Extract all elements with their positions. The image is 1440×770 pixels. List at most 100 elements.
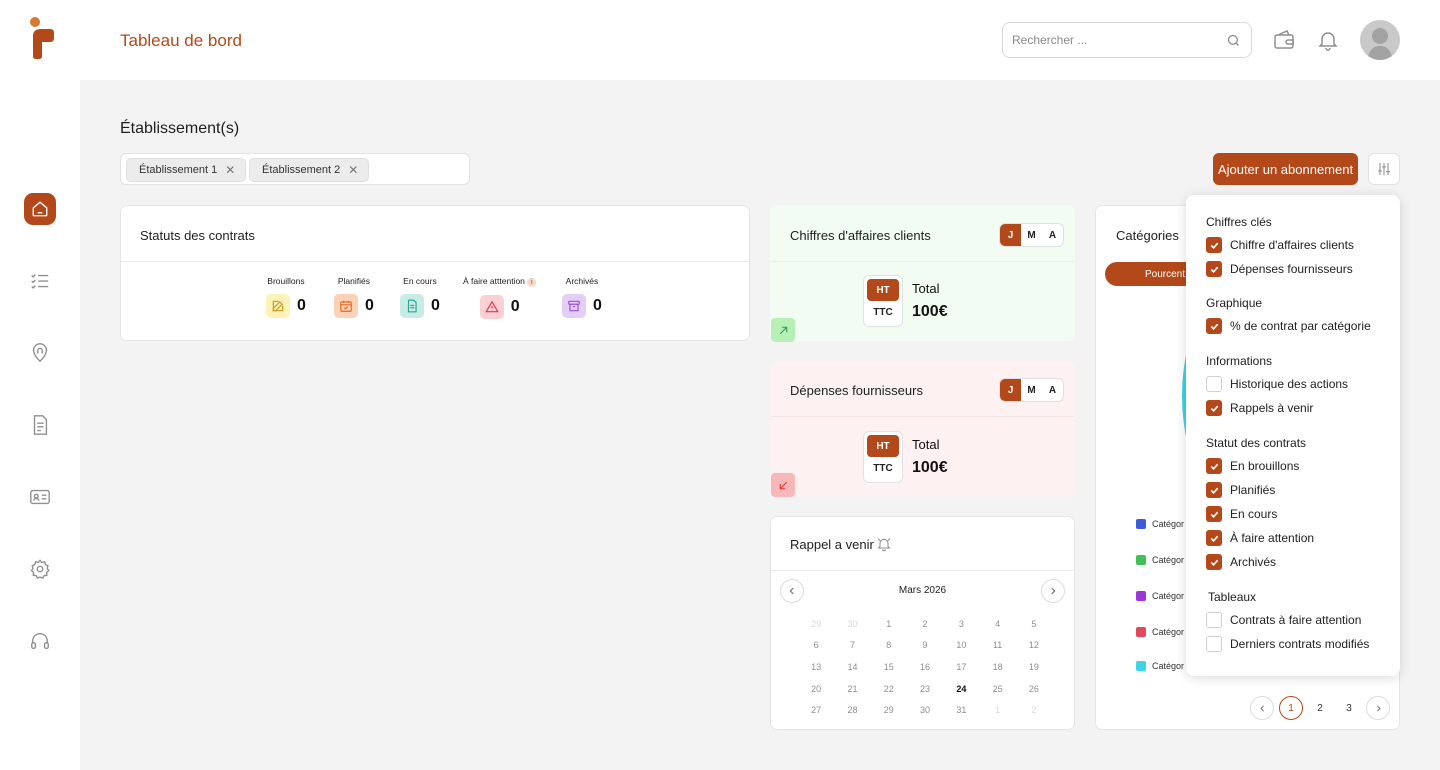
menu-checkbox-item[interactable]: Chiffre d'affaires clients bbox=[1206, 237, 1354, 253]
calendar-day[interactable]: 11 bbox=[979, 635, 1015, 657]
pagination-page-2[interactable]: 2 bbox=[1308, 696, 1332, 720]
checkbox[interactable] bbox=[1206, 530, 1222, 546]
calendar-day[interactable]: 3 bbox=[943, 613, 979, 635]
pagination-page-1[interactable]: 1 bbox=[1279, 696, 1303, 720]
calendar-day[interactable]: 1 bbox=[871, 613, 907, 635]
ht-button[interactable]: HT bbox=[867, 279, 899, 301]
sidebar-item-home[interactable] bbox=[24, 193, 56, 225]
pagination-prev-button[interactable] bbox=[1250, 696, 1274, 720]
checkbox[interactable] bbox=[1206, 318, 1222, 334]
menu-checkbox-item[interactable]: Dépenses fournisseurs bbox=[1206, 261, 1353, 277]
calendar-next-button[interactable] bbox=[1041, 579, 1065, 603]
status-scheduled[interactable]: Planifiés 0 bbox=[334, 276, 374, 318]
calendar-day[interactable]: 30 bbox=[907, 699, 943, 721]
calendar-day[interactable]: 19 bbox=[1016, 656, 1052, 678]
bell-icon[interactable] bbox=[1316, 28, 1340, 52]
period-month[interactable]: M bbox=[1021, 224, 1042, 246]
calendar-day[interactable]: 29 bbox=[798, 613, 834, 635]
calendar-day[interactable]: 22 bbox=[871, 678, 907, 700]
checkbox[interactable] bbox=[1206, 376, 1222, 392]
calendar-day[interactable]: 12 bbox=[1016, 635, 1052, 657]
ttc-button[interactable]: TTC bbox=[867, 457, 899, 479]
period-month[interactable]: M bbox=[1021, 379, 1042, 401]
calendar-day[interactable]: 28 bbox=[834, 699, 870, 721]
menu-checkbox-item[interactable]: Rappels à venir bbox=[1206, 400, 1313, 416]
calendar-day[interactable]: 18 bbox=[979, 656, 1015, 678]
calendar-day[interactable]: 7 bbox=[834, 635, 870, 657]
close-icon[interactable]: ✕ bbox=[348, 163, 358, 177]
wallet-icon[interactable] bbox=[1272, 28, 1296, 52]
calendar-day[interactable]: 1 bbox=[979, 699, 1015, 721]
status-attention[interactable]: À faire atttention i 0 bbox=[463, 276, 537, 319]
status-in-progress[interactable]: En cours 0 bbox=[400, 276, 440, 318]
calendar-day[interactable]: 30 bbox=[834, 613, 870, 635]
calendar-day[interactable]: 4 bbox=[979, 613, 1015, 635]
period-day[interactable]: J bbox=[1000, 224, 1021, 246]
calendar-day[interactable]: 13 bbox=[798, 656, 834, 678]
tax-toggle: HT TTC bbox=[863, 431, 903, 483]
period-year[interactable]: A bbox=[1042, 224, 1063, 246]
ht-button[interactable]: HT bbox=[867, 435, 899, 457]
close-icon[interactable]: ✕ bbox=[225, 163, 235, 177]
menu-checkbox-item[interactable]: Contrats à faire attention bbox=[1206, 612, 1361, 628]
calendar-day[interactable]: 10 bbox=[943, 635, 979, 657]
menu-checkbox-item[interactable]: À faire attention bbox=[1206, 530, 1314, 546]
info-icon[interactable]: i bbox=[527, 278, 537, 287]
sidebar-item-tasks[interactable] bbox=[24, 265, 56, 297]
calendar-day[interactable]: 26 bbox=[1016, 678, 1052, 700]
sidebar-item-locations[interactable] bbox=[24, 337, 56, 369]
calendar-day[interactable]: 15 bbox=[871, 656, 907, 678]
ttc-button[interactable]: TTC bbox=[867, 301, 899, 323]
period-year[interactable]: A bbox=[1042, 379, 1063, 401]
calendar-day[interactable]: 5 bbox=[1016, 613, 1052, 635]
menu-checkbox-item[interactable]: En cours bbox=[1206, 506, 1277, 522]
period-day[interactable]: J bbox=[1000, 379, 1021, 401]
calendar-day[interactable]: 14 bbox=[834, 656, 870, 678]
menu-checkbox-item[interactable]: % de contrat par catégorie bbox=[1206, 318, 1371, 334]
checkbox[interactable] bbox=[1206, 554, 1222, 570]
calendar-day[interactable]: 17 bbox=[943, 656, 979, 678]
checkbox[interactable] bbox=[1206, 506, 1222, 522]
sidebar-item-documents[interactable] bbox=[24, 409, 56, 441]
calendar-day[interactable]: 6 bbox=[798, 635, 834, 657]
menu-checkbox-item[interactable]: Planifiés bbox=[1206, 482, 1275, 498]
search-box[interactable] bbox=[1002, 22, 1252, 58]
calendar-day[interactable]: 25 bbox=[979, 678, 1015, 700]
calendar-day[interactable]: 2 bbox=[907, 613, 943, 635]
checkbox[interactable] bbox=[1206, 458, 1222, 474]
calendar-day[interactable]: 24 bbox=[943, 678, 979, 700]
checkbox[interactable] bbox=[1206, 237, 1222, 253]
add-subscription-button[interactable]: Ajouter un abonnement bbox=[1213, 153, 1358, 185]
sidebar-item-settings[interactable] bbox=[24, 553, 56, 585]
establishment-selector[interactable]: Établissement 1 ✕ Établissement 2 ✕ bbox=[120, 153, 470, 185]
calendar-day[interactable]: 23 bbox=[907, 678, 943, 700]
menu-checkbox-item[interactable]: Historique des actions bbox=[1206, 376, 1348, 392]
user-avatar[interactable] bbox=[1360, 20, 1400, 60]
sidebar-item-contacts[interactable] bbox=[24, 481, 56, 513]
calendar-day[interactable]: 16 bbox=[907, 656, 943, 678]
search-input[interactable] bbox=[1012, 23, 1212, 57]
menu-checkbox-item[interactable]: Archivés bbox=[1206, 554, 1276, 570]
checkbox[interactable] bbox=[1206, 482, 1222, 498]
checkbox[interactable] bbox=[1206, 636, 1222, 652]
checkbox[interactable] bbox=[1206, 400, 1222, 416]
status-drafts[interactable]: Brouillons 0 bbox=[266, 276, 306, 318]
status-label: Archivés bbox=[565, 276, 599, 286]
calendar-day[interactable]: 29 bbox=[871, 699, 907, 721]
calendar-day[interactable]: 21 bbox=[834, 678, 870, 700]
calendar-day[interactable]: 8 bbox=[871, 635, 907, 657]
checkbox[interactable] bbox=[1206, 261, 1222, 277]
calendar-day[interactable]: 2 bbox=[1016, 699, 1052, 721]
sidebar-item-support[interactable] bbox=[24, 625, 56, 657]
calendar-day[interactable]: 9 bbox=[907, 635, 943, 657]
pagination-page-3[interactable]: 3 bbox=[1337, 696, 1361, 720]
menu-checkbox-item[interactable]: Derniers contrats modifiés bbox=[1206, 636, 1369, 652]
calendar-day[interactable]: 31 bbox=[943, 699, 979, 721]
calendar-day[interactable]: 27 bbox=[798, 699, 834, 721]
checkbox[interactable] bbox=[1206, 612, 1222, 628]
pagination-next-button[interactable] bbox=[1366, 696, 1390, 720]
menu-checkbox-item[interactable]: En brouillons bbox=[1206, 458, 1299, 474]
status-archived[interactable]: Archivés 0 bbox=[562, 276, 602, 318]
calendar-day[interactable]: 20 bbox=[798, 678, 834, 700]
widget-settings-button[interactable] bbox=[1368, 153, 1400, 185]
